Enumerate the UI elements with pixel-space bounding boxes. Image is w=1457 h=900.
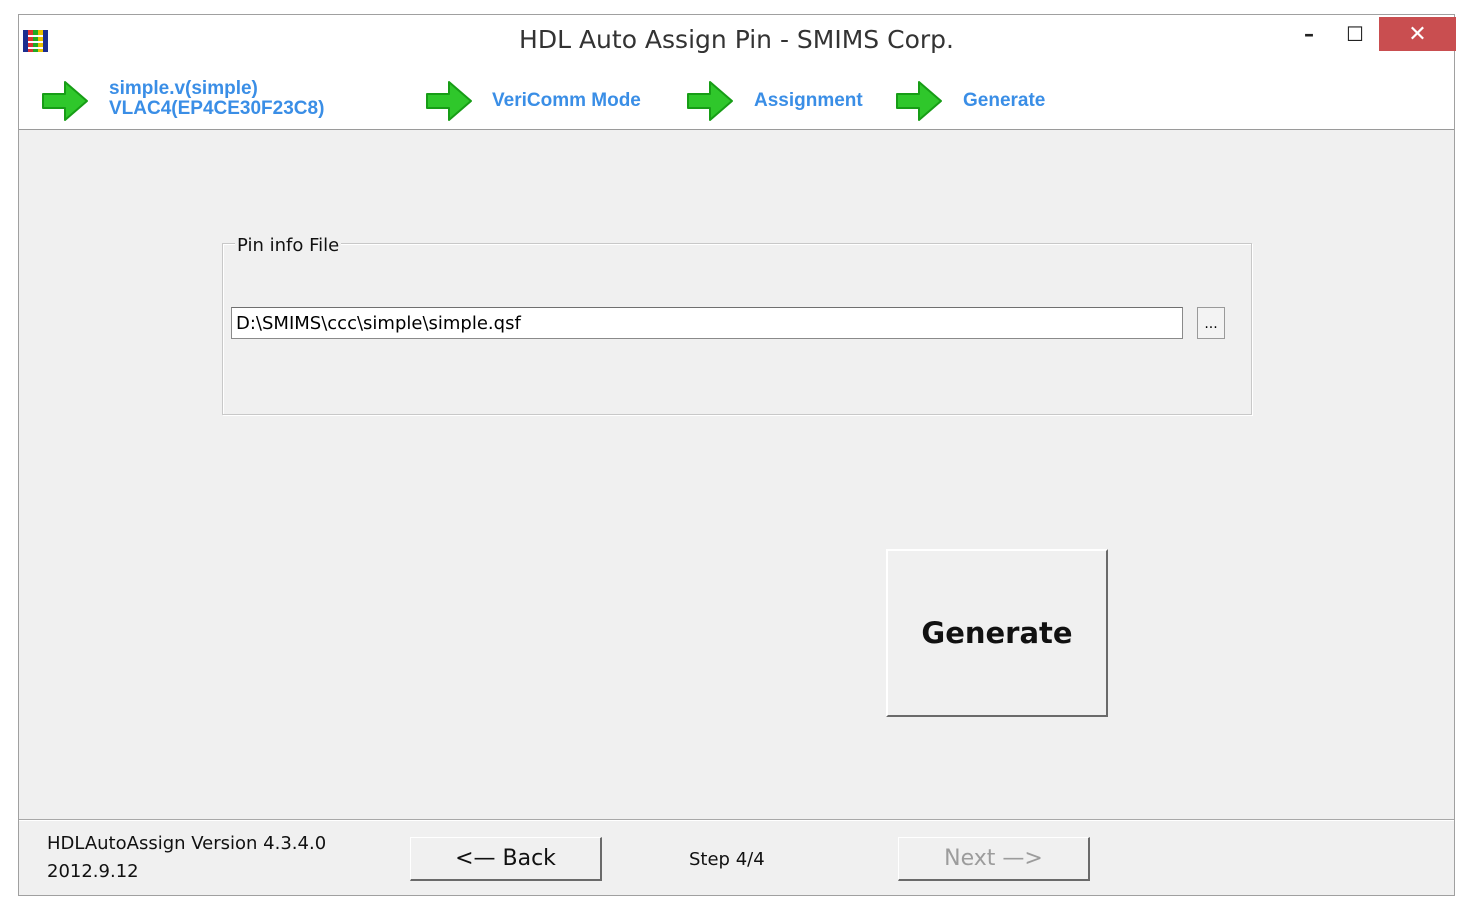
green-arrow-icon — [426, 81, 472, 121]
step-4-label: Generate — [963, 90, 1046, 111]
step-1-label: simple.v(simple) VLAC4(EP4CE30F23C8) — [109, 79, 324, 119]
close-button[interactable]: ✕ — [1379, 17, 1456, 51]
step-1-device: VLAC4(EP4CE30F23C8) — [109, 98, 325, 119]
build-date-text: 2012.9.12 — [47, 861, 139, 882]
step-counter: Step 4/4 — [689, 849, 765, 870]
minimize-button[interactable]: – — [1289, 17, 1329, 51]
back-button[interactable]: <— Back — [410, 837, 602, 881]
title-bar[interactable]: HDL Auto Assign Pin - SMIMS Corp. – ☐ ✕ — [19, 15, 1456, 70]
next-button[interactable]: Next —> — [898, 837, 1090, 881]
minimize-icon: – — [1304, 22, 1314, 46]
app-window: HDL Auto Assign Pin - SMIMS Corp. – ☐ ✕ … — [18, 14, 1456, 896]
maximize-icon: ☐ — [1346, 22, 1364, 46]
step-bar: simple.v(simple) VLAC4(EP4CE30F23C8) Ver… — [19, 69, 1454, 130]
browse-button[interactable]: ... — [1197, 307, 1225, 339]
version-text: HDLAutoAssign Version 4.3.4.0 — [47, 833, 327, 854]
green-arrow-icon — [42, 81, 88, 121]
pin-info-legend: Pin info File — [235, 235, 342, 256]
step-2-label: VeriComm Mode — [492, 90, 641, 111]
maximize-button[interactable]: ☐ — [1335, 17, 1375, 51]
close-icon: ✕ — [1408, 21, 1427, 47]
window-title: HDL Auto Assign Pin - SMIMS Corp. — [519, 25, 954, 54]
generate-button[interactable]: Generate — [886, 549, 1108, 717]
green-arrow-icon — [896, 81, 942, 121]
pin-info-path-input[interactable] — [231, 307, 1183, 339]
step-1-file: simple.v(simple) — [109, 78, 258, 99]
green-arrow-icon — [687, 81, 733, 121]
step-3-label: Assignment — [754, 90, 863, 111]
